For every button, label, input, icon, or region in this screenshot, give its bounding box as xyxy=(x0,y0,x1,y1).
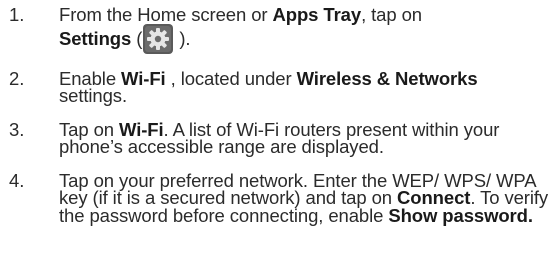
step-2: 2. Enable Wi-Fi , located under Wireless… xyxy=(0,67,559,106)
step-number: 3. xyxy=(9,118,25,140)
step-text: From the Home screen or Apps Tray, tap o… xyxy=(59,4,554,54)
show-password-label: Show password. xyxy=(388,204,533,226)
step-number: 2. xyxy=(9,67,25,89)
apps-tray-label: Apps Tray xyxy=(272,4,362,25)
wifi-label: Wi-Fi xyxy=(121,67,166,89)
step-text: Enable Wi-Fi , located under Wireless & … xyxy=(59,67,478,106)
step-3: 3. Tap on Wi-Fi. A list of Wi-Fi routers… xyxy=(0,118,559,157)
settings-label: Settings xyxy=(59,27,132,49)
step-number: 1. xyxy=(9,4,25,25)
step-number: 4. xyxy=(9,169,25,191)
step-1: 1. From the Home screen or Apps Tray, ta… xyxy=(0,4,559,54)
instruction-list: 1. From the Home screen or Apps Tray, ta… xyxy=(0,0,559,224)
step-4: 4. Tap on your preferred network. Enter … xyxy=(0,169,559,226)
step-text: Tap on your preferred network. Enter the… xyxy=(59,169,549,226)
wireless-networks-label: Wireless & Networks xyxy=(296,67,478,89)
step-text: Tap on Wi-Fi. A list of Wi-Fi routers pr… xyxy=(59,118,500,157)
settings-gear-icon xyxy=(143,23,174,54)
